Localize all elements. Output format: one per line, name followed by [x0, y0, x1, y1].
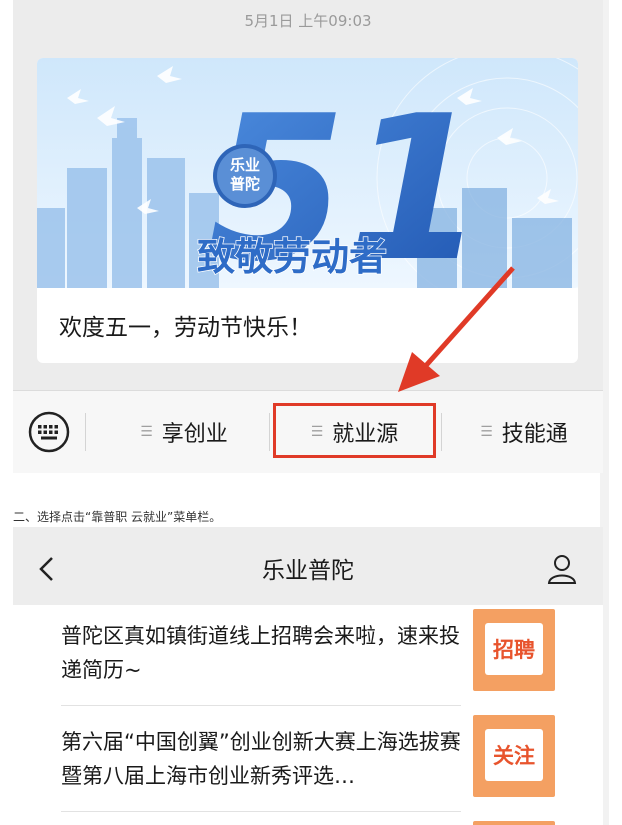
article-thumbnail[interactable]: [473, 821, 555, 825]
menu-item-label: 享创业: [161, 422, 228, 447]
keyboard-icon[interactable]: [27, 410, 71, 454]
thumbnail-label: 招聘: [485, 623, 543, 675]
menu-separator: [85, 413, 86, 451]
article-title[interactable]: 第六届“中国创翼”创业创新大赛上海选拔赛暨第八届上海市创业新秀评选…: [61, 725, 461, 793]
list-divider: [61, 705, 461, 706]
page-title: 乐业普陀: [262, 558, 354, 584]
nav-bar: 乐业普陀: [13, 527, 603, 605]
menu-item-startup[interactable]: ☰ 享创业: [99, 415, 269, 449]
article-title[interactable]: 普陀区真如镇街道线上招聘会来啦，速来投递简历~: [61, 619, 461, 687]
menu-list-icon: ☰: [480, 424, 493, 440]
chat-screen-bottom: 乐业普陀 普陀区真如镇街道线上招聘会来啦，速来投递简历~ 招聘 第六届“中国创翼…: [13, 527, 603, 825]
thumbnail-label: 关注: [485, 729, 543, 781]
highlight-box: [273, 403, 436, 458]
profile-icon[interactable]: [546, 553, 578, 585]
menu-separator: [269, 413, 270, 451]
pointer-arrow-icon: [398, 266, 515, 392]
article-thumbnail[interactable]: 关注: [473, 715, 555, 797]
menu-item-label: 技能通: [501, 422, 568, 447]
bottom-menu-bar: ☰ 享创业 ☰ 就业源 ☰ 技能通: [13, 390, 603, 473]
article-thumbnail[interactable]: 招聘: [473, 609, 555, 691]
instruction-caption: 二、选择点击“靠普职 云就业”菜单栏。: [13, 510, 222, 524]
menu-item-skills[interactable]: ☰ 技能通: [445, 415, 603, 449]
list-divider: [61, 811, 461, 812]
menu-list-icon: ☰: [140, 424, 153, 440]
menu-separator: [441, 413, 442, 451]
